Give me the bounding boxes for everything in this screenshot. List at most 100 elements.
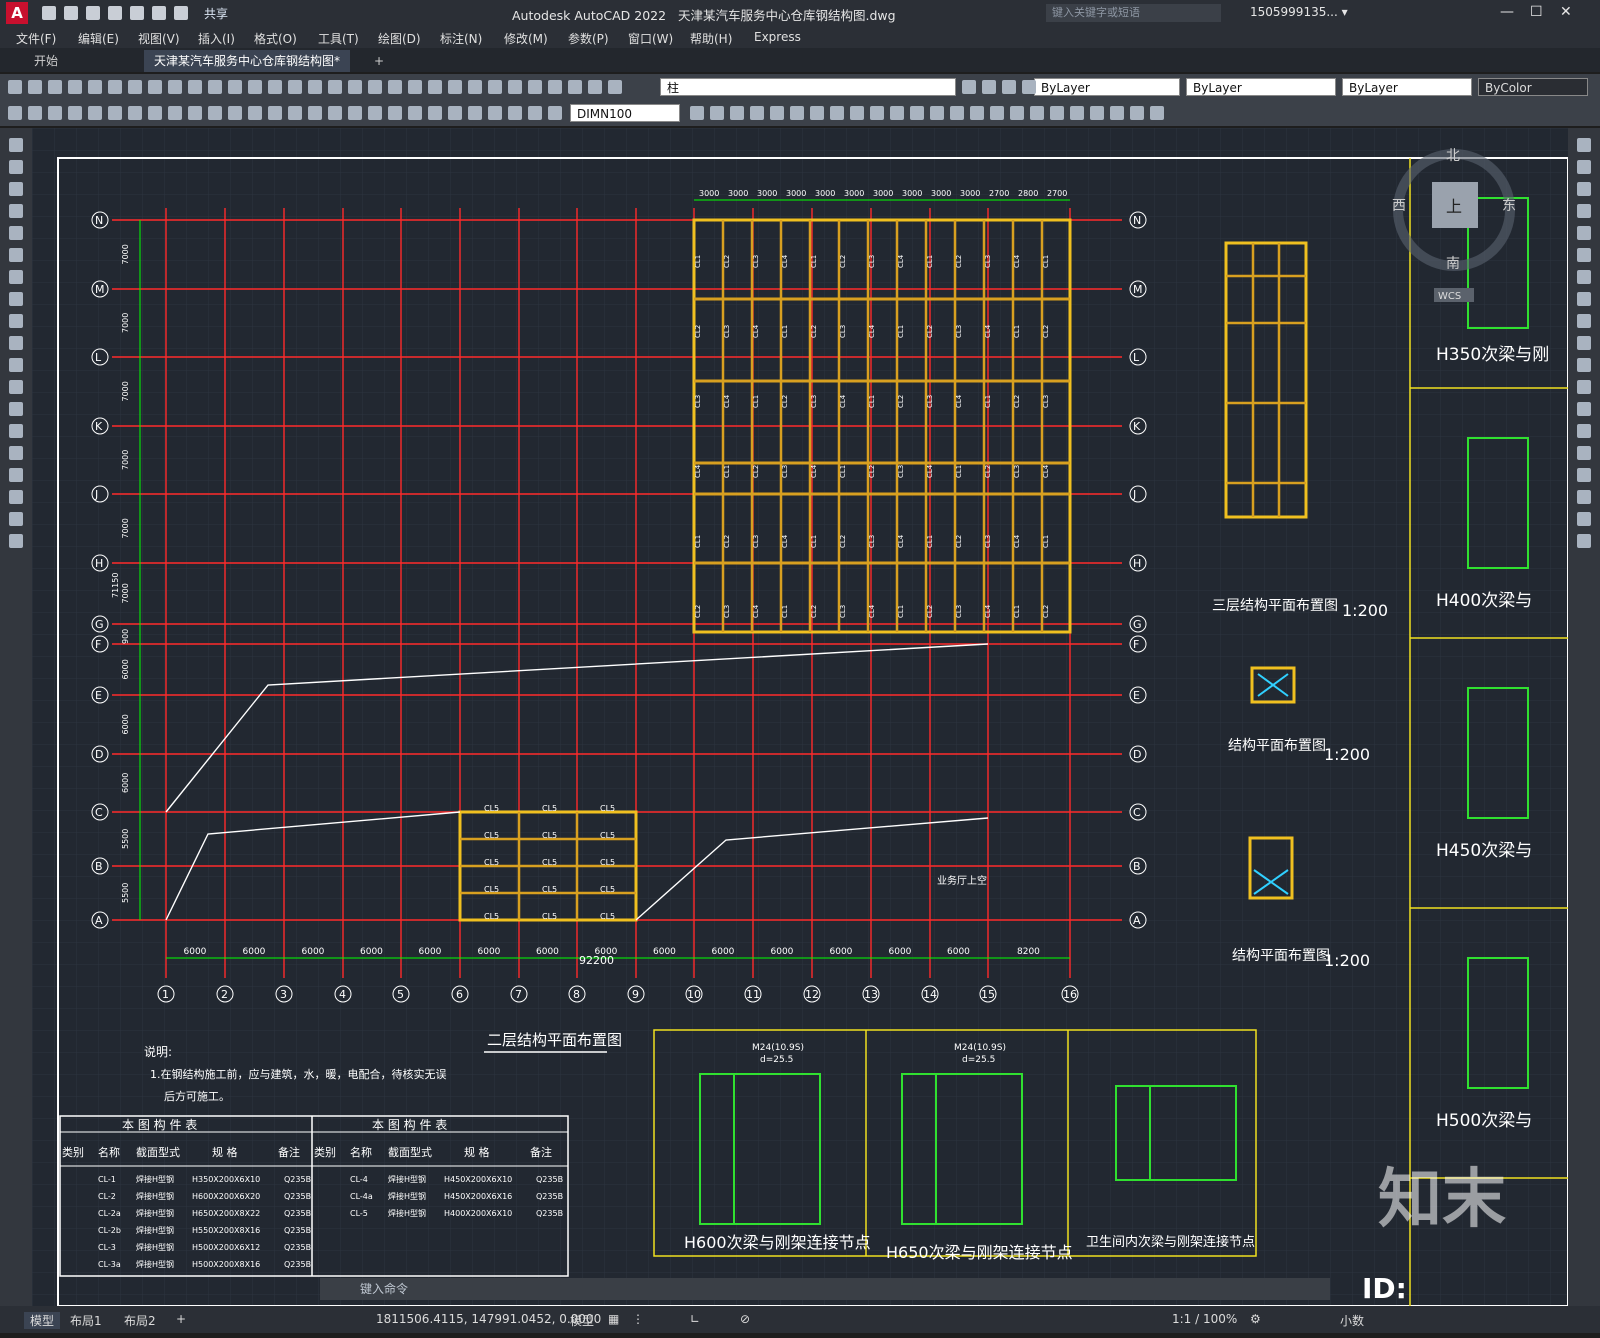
toolbar-tool-icon[interactable]	[108, 106, 122, 120]
menu-item[interactable]: 修改(M)	[504, 30, 548, 47]
add-layout-icon[interactable]: +	[176, 1312, 186, 1326]
dimstyle-combo[interactable]: DIMN100	[570, 104, 680, 122]
toolbar-tool-icon[interactable]	[88, 80, 102, 94]
toolbar-tool-icon[interactable]	[268, 80, 282, 94]
side-tool-icon[interactable]	[1577, 292, 1591, 306]
toolbar-tool-icon[interactable]	[368, 80, 382, 94]
toolbar-tool-icon[interactable]	[328, 106, 342, 120]
toolbar-tool-icon[interactable]	[8, 80, 22, 94]
toolbar-tool-icon[interactable]	[850, 106, 864, 120]
layout-tab-model[interactable]: 模型	[24, 1312, 61, 1329]
tab-document[interactable]: 天津某汽车服务中心仓库钢结构图*	[144, 50, 351, 72]
toolbar-tool-icon[interactable]	[208, 80, 222, 94]
side-tool-icon[interactable]	[9, 468, 23, 482]
toolbar-tool-icon[interactable]	[962, 80, 976, 94]
side-tool-icon[interactable]	[1577, 270, 1591, 284]
toolbar-tool-icon[interactable]	[448, 80, 462, 94]
side-tool-icon[interactable]	[1577, 358, 1591, 372]
toolbar-tool-icon[interactable]	[28, 106, 42, 120]
toolbar-tool-icon[interactable]	[870, 106, 884, 120]
side-tool-icon[interactable]	[1577, 402, 1591, 416]
toolbar-tool-icon[interactable]	[408, 106, 422, 120]
model-space-button[interactable]: 模型	[570, 1312, 594, 1329]
polar-icon[interactable]: ⊘	[740, 1312, 750, 1326]
grid-icon[interactable]: ▦	[608, 1312, 619, 1326]
side-tool-icon[interactable]	[9, 512, 23, 526]
side-tool-icon[interactable]	[9, 314, 23, 328]
toolbar-tool-icon[interactable]	[148, 106, 162, 120]
toolbar-tool-icon[interactable]	[208, 106, 222, 120]
side-tool-icon[interactable]	[1577, 226, 1591, 240]
toolbar-tool-icon[interactable]	[690, 106, 704, 120]
toolbar-tool-icon[interactable]	[108, 80, 122, 94]
toolbar-tool-icon[interactable]	[68, 80, 82, 94]
side-tool-icon[interactable]	[9, 534, 23, 548]
command-input[interactable]: 键入命令	[320, 1278, 1330, 1300]
toolbar-tool-icon[interactable]	[428, 80, 442, 94]
redo-icon[interactable]	[174, 6, 188, 20]
toolbar-tool-icon[interactable]	[1070, 106, 1084, 120]
toolbar-tool-icon[interactable]	[1110, 106, 1124, 120]
toolbar-tool-icon[interactable]	[128, 106, 142, 120]
side-tool-icon[interactable]	[9, 424, 23, 438]
toolbar-tool-icon[interactable]	[488, 80, 502, 94]
undo-icon[interactable]	[152, 6, 166, 20]
side-tool-icon[interactable]	[9, 248, 23, 262]
menu-item[interactable]: 格式(O)	[254, 30, 297, 47]
side-tool-icon[interactable]	[1577, 424, 1591, 438]
menu-item[interactable]: 窗口(W)	[628, 30, 673, 47]
toolbar-tool-icon[interactable]	[1130, 106, 1144, 120]
tab-start[interactable]: 开始	[24, 50, 68, 72]
snap-icon[interactable]: ⋮	[632, 1312, 644, 1326]
menu-item[interactable]: 绘图(D)	[378, 30, 421, 47]
plotstyle-combo[interactable]: ByColor	[1478, 78, 1588, 96]
toolbar-tool-icon[interactable]	[890, 106, 904, 120]
user-account[interactable]: 1505999135... ▾	[1250, 5, 1348, 19]
toolbar-tool-icon[interactable]	[48, 80, 62, 94]
toolbar-tool-icon[interactable]	[982, 80, 996, 94]
menu-item[interactable]: 插入(I)	[198, 30, 235, 47]
side-tool-icon[interactable]	[9, 446, 23, 460]
side-tool-icon[interactable]	[9, 490, 23, 504]
toolbar-tool-icon[interactable]	[750, 106, 764, 120]
toolbar-tool-icon[interactable]	[730, 106, 744, 120]
side-tool-icon[interactable]	[9, 182, 23, 196]
lineweight-combo[interactable]: ByLayer	[1342, 78, 1472, 96]
side-tool-icon[interactable]	[9, 160, 23, 174]
save-icon[interactable]	[86, 6, 100, 20]
toolbar-tool-icon[interactable]	[1050, 106, 1064, 120]
toolbar-tool-icon[interactable]	[428, 106, 442, 120]
plot-icon[interactable]	[130, 6, 144, 20]
toolbar-tool-icon[interactable]	[248, 106, 262, 120]
toolbar-tool-icon[interactable]	[388, 80, 402, 94]
color-combo[interactable]: ByLayer	[1034, 78, 1180, 96]
toolbar-tool-icon[interactable]	[508, 106, 522, 120]
ortho-icon[interactable]: ∟	[690, 1312, 700, 1326]
toolbar-tool-icon[interactable]	[790, 106, 804, 120]
toolbar-tool-icon[interactable]	[990, 106, 1004, 120]
minimize-icon[interactable]: —	[1500, 4, 1514, 20]
toolbar-tool-icon[interactable]	[508, 80, 522, 94]
toolbar-tool-icon[interactable]	[930, 106, 944, 120]
maximize-icon[interactable]: ☐	[1530, 4, 1543, 20]
toolbar-tool-icon[interactable]	[1022, 80, 1036, 94]
toolbar-tool-icon[interactable]	[810, 106, 824, 120]
toolbar-tool-icon[interactable]	[468, 106, 482, 120]
toolbar-tool-icon[interactable]	[8, 106, 22, 120]
toolbar-tool-icon[interactable]	[308, 106, 322, 120]
side-tool-icon[interactable]	[1577, 182, 1591, 196]
menu-item[interactable]: 标注(N)	[440, 30, 482, 47]
autocad-logo-icon[interactable]: A	[6, 2, 28, 24]
side-tool-icon[interactable]	[1577, 490, 1591, 504]
toolbar-tool-icon[interactable]	[588, 80, 602, 94]
toolbar-tool-icon[interactable]	[910, 106, 924, 120]
toolbar-tool-icon[interactable]	[28, 80, 42, 94]
toolbar-tool-icon[interactable]	[188, 80, 202, 94]
toolbar-tool-icon[interactable]	[448, 106, 462, 120]
side-tool-icon[interactable]	[1577, 380, 1591, 394]
cad-drawing[interactable]: CL1 CL2 CL3 CL4 CL1 CL2 CL3 CL4 CL1 CL2 CL3 CL4 CL1C…	[32, 128, 1568, 1306]
menu-item[interactable]: Express	[754, 30, 801, 44]
layout-tab-1[interactable]: 布局1	[70, 1312, 102, 1329]
share-button[interactable]: 共享	[204, 5, 228, 22]
side-tool-icon[interactable]	[1577, 138, 1591, 152]
